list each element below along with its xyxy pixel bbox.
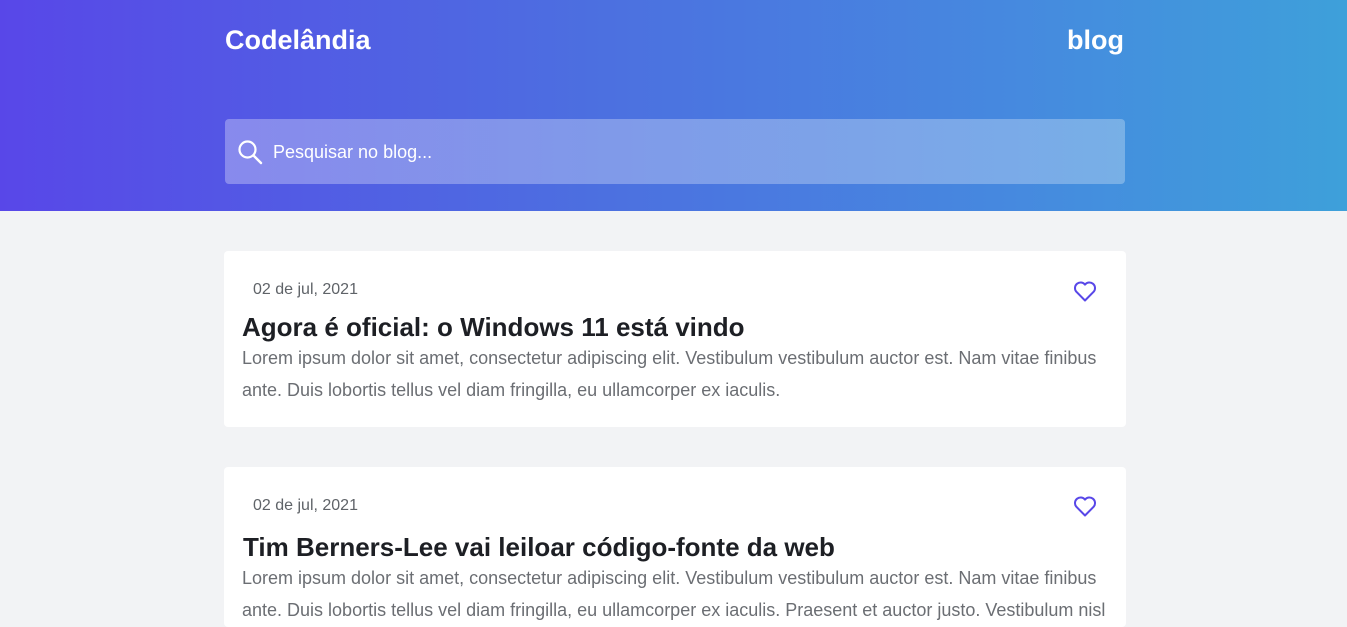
- post-card[interactable]: 02 de jul, 2021 Agora é oficial: o Windo…: [224, 251, 1126, 427]
- post-excerpt: Lorem ipsum dolor sit amet, consectetur …: [242, 568, 1106, 620]
- heart-icon[interactable]: [1072, 493, 1098, 519]
- search-icon: [238, 140, 263, 165]
- post-excerpt: Lorem ipsum dolor sit amet, consectetur …: [242, 348, 1097, 400]
- post-card[interactable]: 02 de jul, 2021 Tim Berners-Lee vai leil…: [224, 467, 1126, 627]
- search-input[interactable]: [271, 119, 1115, 186]
- search-bar: [225, 119, 1125, 186]
- post-title[interactable]: Tim Berners-Lee vai leiloar código-fonte…: [243, 531, 835, 563]
- post-title[interactable]: Agora é oficial: o Windows 11 está vindo: [242, 311, 745, 343]
- heart-icon[interactable]: [1072, 278, 1098, 304]
- brand-logo[interactable]: Codelândia: [225, 24, 371, 56]
- post-date: 02 de jul, 2021: [253, 497, 358, 514]
- site-header: Codelândia blog: [0, 0, 1347, 211]
- nav-blog-link[interactable]: blog: [1067, 24, 1124, 56]
- post-date: 02 de jul, 2021: [253, 281, 358, 298]
